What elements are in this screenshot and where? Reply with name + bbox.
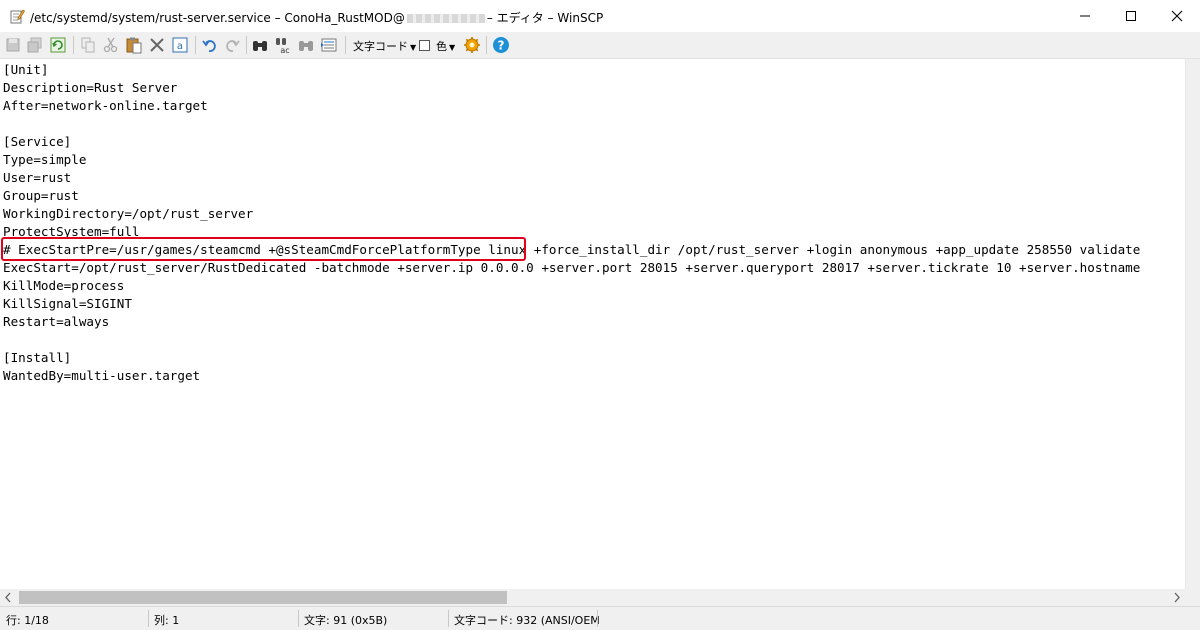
status-separator	[448, 610, 449, 627]
reload-button[interactable]	[49, 36, 67, 54]
preferences-button[interactable]	[463, 36, 481, 54]
save-all-icon	[27, 37, 42, 53]
editor-line: Description=Rust Server	[3, 80, 178, 95]
paste-button[interactable]	[125, 36, 143, 54]
status-separator	[148, 610, 149, 627]
status-character: 文字: 91 (0x5B)	[304, 614, 388, 627]
editor-line: WorkingDirectory=/opt/rust_server	[3, 206, 254, 221]
copy-icon	[81, 37, 95, 53]
editor-line: Type=simple	[3, 152, 87, 167]
notepad-icon	[9, 8, 26, 24]
chevron-down-icon: ▼	[410, 43, 417, 52]
color-checkbox[interactable]	[419, 40, 430, 51]
minimize-button[interactable]	[1062, 0, 1108, 32]
toolbar-separator	[486, 36, 487, 54]
maximize-button[interactable]	[1108, 0, 1154, 32]
highlight-annotation-box	[1, 237, 526, 261]
status-encoding: 文字コード: 932 (ANSI/OEM	[454, 614, 600, 627]
chevron-right-icon	[1174, 592, 1180, 603]
undo-button[interactable]	[201, 36, 219, 54]
cut-button[interactable]	[102, 36, 120, 54]
redo-icon	[226, 40, 240, 52]
svg-text:?: ?	[498, 39, 505, 53]
goto-line-icon	[321, 38, 337, 52]
editor-line: User=rust	[3, 170, 72, 185]
delete-button[interactable]	[148, 36, 166, 54]
replace-icon: ac	[276, 38, 290, 54]
paste-icon	[126, 37, 142, 54]
undo-icon	[202, 40, 216, 52]
scroll-left-button[interactable]	[0, 589, 17, 606]
save-all-button[interactable]	[26, 36, 44, 54]
editor-line: Group=rust	[3, 188, 79, 203]
toolbar-separator	[73, 36, 74, 54]
status-line: 行: 1/18	[6, 614, 49, 627]
select-all-button[interactable]: a	[171, 36, 189, 54]
select-all-icon: a	[172, 37, 188, 53]
binoculars-icon	[253, 41, 267, 51]
encoding-dropdown-label: 文字コード	[353, 40, 408, 53]
toolbar-separator	[195, 36, 196, 54]
color-dropdown-label: 色	[436, 40, 447, 53]
status-bar: 行: 1/18 列: 1 文字: 91 (0x5B) 文字コード: 932 (A…	[0, 606, 1200, 630]
status-separator	[597, 610, 598, 627]
chevron-left-icon	[5, 592, 11, 603]
editor-line: [Service]	[3, 134, 72, 149]
editor-line: Restart=always	[3, 314, 110, 329]
vertical-scrollbar[interactable]	[1185, 59, 1200, 589]
goto-line-button[interactable]	[320, 36, 338, 54]
scrollbar-corner	[1185, 589, 1200, 606]
editor-line: [Install]	[3, 350, 72, 365]
encoding-dropdown[interactable]: 文字コード ▼	[353, 38, 416, 54]
scissors-icon	[103, 37, 118, 53]
window-title-app: – エディタ – WinSCP	[486, 11, 604, 25]
save-icon	[6, 38, 20, 52]
gear-icon	[464, 37, 480, 53]
svg-text:ac: ac	[280, 46, 289, 54]
editor-line: ExecStart=/opt/rust_server/RustDedicated…	[3, 260, 1141, 275]
color-dropdown[interactable]: 色 ▼	[436, 38, 455, 54]
close-button[interactable]	[1154, 0, 1200, 32]
status-column: 列: 1	[154, 614, 180, 627]
svg-text:a: a	[177, 41, 183, 52]
status-separator	[298, 610, 299, 627]
help-icon: ?	[493, 37, 509, 53]
find-next-icon	[299, 41, 313, 51]
save-button[interactable]	[4, 36, 22, 54]
toolbar-separator	[345, 36, 346, 54]
editor-line: After=network-online.target	[3, 98, 208, 113]
reload-icon	[50, 37, 66, 53]
window-title: /etc/systemd/system/rust-server.service …	[30, 9, 603, 26]
replace-button[interactable]: ac	[274, 36, 292, 54]
editor-line: [Unit]	[3, 62, 49, 77]
maximize-icon	[1126, 11, 1136, 21]
editor-line: WantedBy=multi-user.target	[3, 368, 201, 383]
find-button[interactable]	[251, 36, 269, 54]
toolbar: a ac 文字コード ▼ 色 ▼ ?	[0, 32, 1200, 59]
chevron-down-icon: ▼	[449, 43, 456, 52]
redo-button[interactable]	[223, 36, 241, 54]
window-title-path: /etc/systemd/system/rust-server.service …	[30, 11, 405, 25]
close-icon	[1171, 10, 1183, 22]
title-bar: /etc/systemd/system/rust-server.service …	[0, 0, 1200, 32]
redacted-host	[406, 14, 485, 23]
help-button[interactable]: ?	[492, 36, 510, 54]
find-next-button[interactable]	[297, 36, 315, 54]
editor-line: KillMode=process	[3, 278, 125, 293]
minimize-icon	[1080, 15, 1090, 17]
text-editor[interactable]: [Unit] Description=Rust Server After=net…	[0, 59, 1185, 589]
toolbar-separator	[246, 36, 247, 54]
copy-button[interactable]	[79, 36, 97, 54]
scroll-right-button[interactable]	[1168, 589, 1185, 606]
horizontal-scrollbar[interactable]	[0, 589, 1185, 606]
delete-icon	[150, 38, 164, 52]
editor-line: KillSignal=SIGINT	[3, 296, 132, 311]
scrollbar-thumb[interactable]	[19, 591, 507, 604]
